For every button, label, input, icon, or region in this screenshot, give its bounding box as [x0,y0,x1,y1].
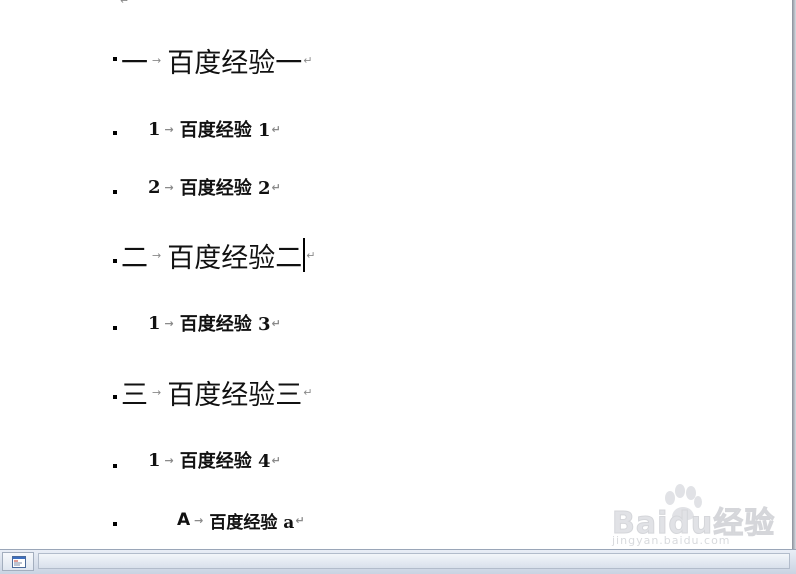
tab-mark: → [194,513,204,527]
heading-2[interactable]: 1 → 百度经验 1 ↵ [148,116,281,142]
paragraph-mark: ↵ [303,53,313,67]
text-cursor [303,238,306,272]
heading-text: 百度经验二 [167,242,303,274]
heading-2[interactable]: 1 → 百度经验 4 ↵ [148,447,281,473]
heading-number: 1 [148,449,161,471]
paragraph-mark: ↵ [306,248,316,262]
document-page[interactable]: ↵ 一 → 百度经验一 ↵ 1 → 百度经验 1 ↵ 2 → 百度经验 2 ↵ … [0,0,792,549]
paragraph-mark: ↵ [295,513,305,527]
heading-text: 百度经验一 [167,47,303,79]
heading-1[interactable]: 三 → 百度经验三 ↵ [121,374,313,411]
list-bullet [113,522,117,526]
heading-number: 三 [121,379,148,411]
heading-1[interactable]: 二 → 百度经验二 ↵ [121,237,316,274]
tab-mark: → [152,53,162,67]
list-bullet [113,57,117,61]
list-bullet [113,259,117,263]
tab-mark: → [164,316,174,330]
heading-text: 百度经验 3 [179,314,271,335]
list-bullet [113,464,117,468]
list-bullet [113,190,117,194]
heading-number: 一 [121,47,148,79]
page-view-icon [12,556,26,568]
heading-text: 百度经验 a [209,512,295,533]
paragraph-mark: ↵ [271,453,281,467]
heading-number: 二 [121,242,148,274]
paragraph-mark: ↵ [271,180,281,194]
list-bullet [113,395,117,399]
heading-number: A [177,510,191,530]
heading-3[interactable]: A → 百度经验 a ↵ [177,507,305,533]
heading-text: 百度经验 1 [179,120,271,141]
heading-number: 1 [148,312,161,334]
heading-2[interactable]: 1 → 百度经验 3 ↵ [148,310,281,336]
view-button[interactable] [2,552,34,571]
heading-2[interactable]: 2 → 百度经验 2 ↵ [148,174,281,200]
tab-mark: → [152,385,162,399]
horizontal-scrollbar[interactable] [38,553,790,569]
page-edge [792,0,796,549]
heading-text: 百度经验三 [167,379,303,411]
tab-mark: → [164,180,174,194]
heading-number: 1 [148,118,161,140]
baidu-watermark: Baidu经验 jingyan.baidu.com [582,484,782,548]
tab-mark: → [164,122,174,136]
list-bullet [113,131,117,135]
tab-mark: → [164,453,174,467]
tab-mark: → [152,248,162,262]
status-bar [0,549,796,574]
heading-text: 百度经验 2 [179,178,271,199]
heading-1[interactable]: 一 → 百度经验一 ↵ [121,42,313,79]
heading-text: 百度经验 4 [179,451,271,472]
paragraph-mark: ↵ [271,316,281,330]
paragraph-mark: ↵ [271,122,281,136]
list-bullet [113,326,117,330]
watermark-url: jingyan.baidu.com [612,534,731,547]
heading-number: 2 [148,176,161,198]
paragraph-mark: ↵ [303,385,313,399]
paragraph-mark: ↵ [120,0,130,7]
